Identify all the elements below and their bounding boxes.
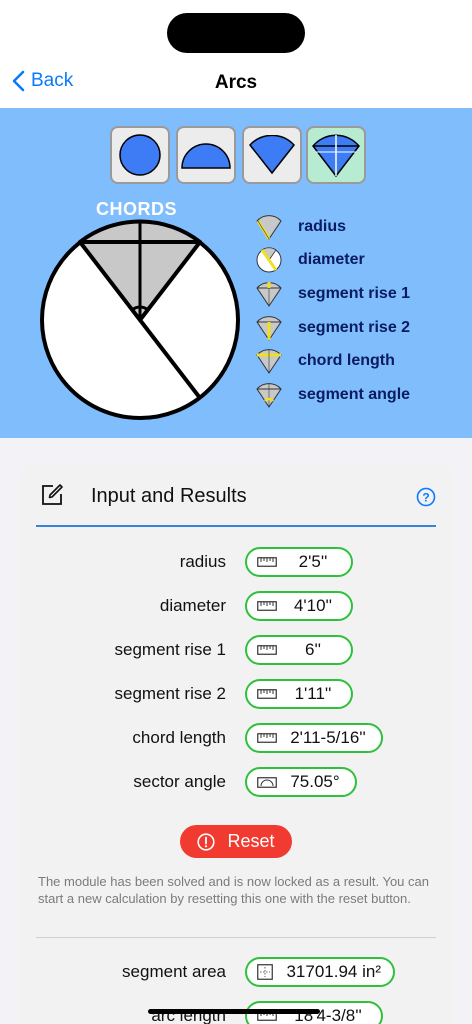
legend-diameter[interactable]: diameter <box>254 244 410 278</box>
input-label-chord-length: chord length <box>132 728 226 747</box>
input-label-radius: radius <box>179 552 226 571</box>
legend-segment-rise-1[interactable]: segment rise 1 <box>254 277 410 311</box>
ruler-icon <box>257 644 277 656</box>
legend-chord-length[interactable]: chord length <box>254 344 410 378</box>
area-icon <box>257 964 276 980</box>
segment-rise-2-field[interactable]: 1'11'' <box>245 679 353 709</box>
sector-shape-icon <box>249 135 295 175</box>
chord-length-field[interactable]: 2'11-5/16'' <box>245 723 383 753</box>
card-header: Input and Results ? <box>36 465 436 527</box>
ruler-icon <box>257 732 277 744</box>
segment-rise-1-value: 6'' <box>305 640 321 659</box>
legend-label-segment-angle: segment angle <box>298 385 411 403</box>
input-label-sector-angle: sector angle <box>133 772 226 791</box>
segment-rise-2-value: 1'11'' <box>294 684 332 703</box>
chords-shape-button[interactable] <box>306 126 366 184</box>
reset-label: Reset <box>227 831 275 851</box>
sector-angle-value: 75.05° <box>290 772 340 791</box>
segment-area-field[interactable]: 31701.94 in² <box>245 957 395 987</box>
legend-label-chord-length: chord length <box>298 352 395 370</box>
navigation-bar: Back Arcs <box>0 60 472 108</box>
segment-angle-icon <box>254 380 284 410</box>
segment-area-value: 31701.94 in² <box>286 962 381 981</box>
dynamic-island <box>167 13 305 53</box>
section-divider <box>36 937 436 938</box>
edit-icon <box>42 484 63 505</box>
diagram-legend: radius diameter segment rise 1 segment r… <box>254 210 410 412</box>
input-label-segment-rise-1: segment rise 1 <box>114 640 227 659</box>
legend-radius[interactable]: radius <box>254 210 410 244</box>
ruler-icon <box>257 688 277 700</box>
semicircle-shape-icon <box>181 143 231 169</box>
sector-shape-button[interactable] <box>242 126 302 184</box>
info-circle-icon <box>197 832 216 851</box>
segment-rise-1-field[interactable]: 6'' <box>245 635 353 665</box>
result-row-segment-area: segment area 31701.94 in² <box>18 957 454 987</box>
circle-shape-icon <box>119 134 161 176</box>
input-row-segment-rise-1: segment rise 1 6'' <box>18 635 454 665</box>
locked-note: The module has been solved and is now lo… <box>38 874 429 906</box>
chords-diagram <box>40 219 240 420</box>
semicircle-shape-button[interactable] <box>176 126 236 184</box>
ruler-icon <box>257 556 277 568</box>
status-bar <box>0 0 472 60</box>
page-title: Arcs <box>214 72 258 93</box>
diameter-field[interactable]: 4'10'' <box>245 591 353 621</box>
svg-text:?: ? <box>422 490 429 504</box>
reset-button[interactable]: Reset <box>180 825 292 858</box>
help-icon[interactable]: ? <box>416 487 436 507</box>
protractor-icon <box>257 776 277 788</box>
legend-label-segment-rise-1: segment rise 1 <box>298 284 411 302</box>
radius-value: 2'5'' <box>298 552 328 571</box>
circle-shape-button[interactable] <box>110 126 170 184</box>
chord-length-icon <box>254 346 284 376</box>
legend-label-diameter: diameter <box>298 251 365 269</box>
input-row-diameter: diameter 4'10'' <box>18 591 454 621</box>
legend-label-radius: radius <box>298 217 347 235</box>
radius-icon <box>254 212 284 242</box>
shape-diagram-panel: CHORDS radius diameter segment rise 1 se… <box>0 108 472 438</box>
legend-segment-angle[interactable]: segment angle <box>254 378 410 412</box>
input-label-diameter: diameter <box>159 596 226 615</box>
radius-field[interactable]: 2'5'' <box>245 547 353 577</box>
input-row-radius: radius 2'5'' <box>18 547 454 577</box>
diameter-value: 4'10'' <box>293 596 333 615</box>
legend-segment-rise-2[interactable]: segment rise 2 <box>254 311 410 345</box>
segment-rise-1-icon <box>254 279 284 309</box>
ruler-icon <box>257 600 277 612</box>
segment-rise-2-icon <box>254 313 284 343</box>
input-label-segment-rise-2: segment rise 2 <box>114 684 227 703</box>
card-title: Input and Results <box>91 485 247 507</box>
home-indicator <box>148 1009 320 1014</box>
legend-label-segment-rise-2: segment rise 2 <box>298 318 411 336</box>
sector-angle-field[interactable]: 75.05° <box>245 767 357 797</box>
input-row-sector-angle: sector angle 75.05° <box>18 767 454 797</box>
result-label-segment-area: segment area <box>122 962 226 981</box>
input-row-chord-length: chord length 2'11-5/16'' <box>18 723 454 753</box>
diameter-icon <box>254 245 284 275</box>
input-results-card: Input and Results ? radius 2'5'' diamete… <box>18 465 454 1024</box>
input-row-segment-rise-2: segment rise 2 1'11'' <box>18 679 454 709</box>
diagram-label: CHORDS <box>96 199 178 219</box>
chord-length-value: 2'11-5/16'' <box>290 728 366 747</box>
chords-shape-icon <box>312 134 360 178</box>
